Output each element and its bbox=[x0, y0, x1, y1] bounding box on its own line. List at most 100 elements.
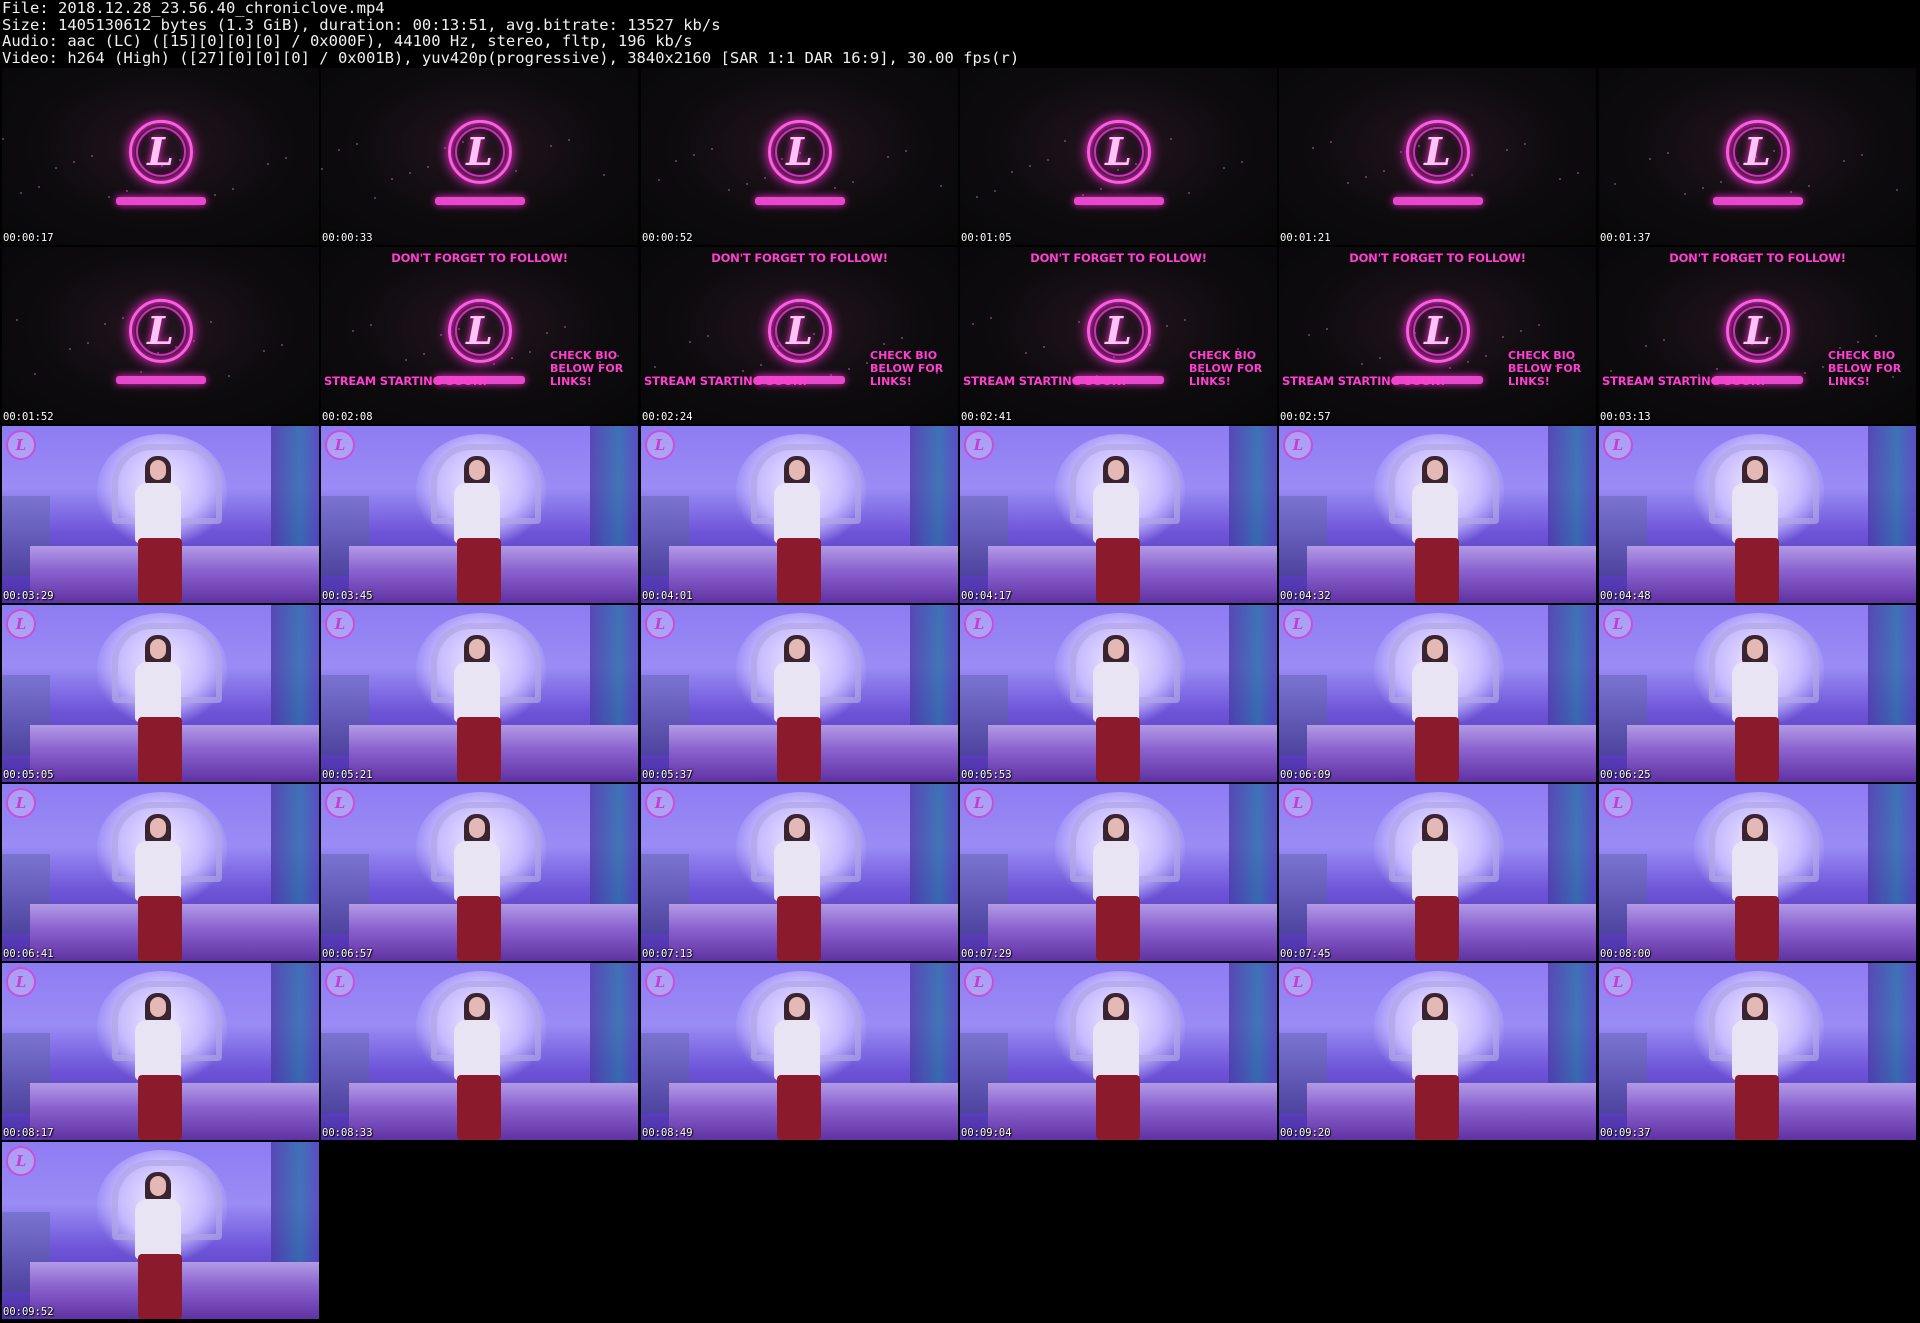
person-pants bbox=[1096, 1075, 1140, 1140]
sparkle bbox=[568, 139, 570, 141]
person-pants bbox=[457, 1075, 501, 1140]
logo-letter: L bbox=[1744, 307, 1771, 353]
starting-soon-text: STREAM STARTING SOON! bbox=[1282, 374, 1446, 388]
sparkle bbox=[1047, 159, 1049, 161]
wall-mural bbox=[590, 426, 638, 546]
video-thumbnail: L 00:04:01 bbox=[641, 426, 958, 603]
sparkle bbox=[87, 342, 89, 344]
starting-soon-text: STREAM STARTING SOON! bbox=[1602, 374, 1766, 388]
sparkle bbox=[1896, 189, 1898, 191]
sparkle bbox=[214, 194, 216, 196]
person-face bbox=[1427, 997, 1443, 1017]
video-thumbnail: L 00:04:32 bbox=[1279, 426, 1596, 603]
wall-mural bbox=[910, 963, 958, 1083]
person-pants bbox=[1735, 717, 1779, 782]
person-face bbox=[789, 818, 805, 838]
thumbnail-timestamp: 00:02:24 bbox=[642, 411, 693, 423]
channel-logo-icon: L bbox=[325, 788, 355, 818]
sparkle bbox=[901, 337, 903, 339]
video-thumbnail: L 00:09:52 bbox=[2, 1142, 319, 1319]
person-sweater bbox=[454, 1020, 500, 1080]
person-pants bbox=[1415, 538, 1459, 603]
thumbnail-timestamp: 00:01:05 bbox=[961, 232, 1012, 244]
video-thumbnail: L 00:09:20 bbox=[1279, 963, 1596, 1140]
sparkle bbox=[1241, 161, 1243, 163]
sparkle bbox=[994, 190, 996, 192]
sparkle bbox=[263, 350, 265, 352]
sparkle bbox=[140, 371, 142, 373]
person-sweater bbox=[774, 662, 820, 722]
logo-letter: L bbox=[15, 436, 27, 454]
wall-mural bbox=[1868, 605, 1916, 725]
video-thumbnail: L 00:01:52 bbox=[2, 247, 319, 424]
sparkle bbox=[1667, 152, 1669, 154]
wall-mural bbox=[271, 605, 319, 725]
channel-logo-icon: L bbox=[1283, 609, 1313, 639]
follow-banner: DON'T FORGET TO FOLLOW! bbox=[391, 251, 568, 265]
logo-letter: L bbox=[973, 973, 985, 991]
video-thumbnail: L 00:03:45 bbox=[321, 426, 638, 603]
sparkle bbox=[1524, 143, 1526, 145]
thumbnail-timestamp: 00:03:29 bbox=[3, 590, 54, 602]
logo-letter: L bbox=[15, 973, 27, 991]
sparkle bbox=[1064, 140, 1066, 142]
sparkle bbox=[1804, 372, 1806, 374]
thumbnail-timestamp: 00:09:37 bbox=[1600, 1127, 1651, 1139]
person-pants bbox=[457, 717, 501, 782]
channel-logo-icon: L bbox=[1603, 430, 1633, 460]
sparkle bbox=[1502, 336, 1504, 338]
video-thumbnail: L 00:08:17 bbox=[2, 963, 319, 1140]
thumbnail-timestamp: 00:01:21 bbox=[1280, 232, 1331, 244]
follow-banner: DON'T FORGET TO FOLLOW! bbox=[1030, 251, 1207, 265]
sparkle bbox=[55, 167, 57, 169]
sparkle bbox=[550, 145, 552, 147]
person-pants bbox=[1096, 896, 1140, 961]
sparkle bbox=[1861, 154, 1863, 156]
video-thumbnail: L 00:01:05 bbox=[960, 68, 1277, 245]
person-face bbox=[1747, 460, 1763, 480]
wall-mural bbox=[271, 784, 319, 904]
thumbnail-timestamp: 00:06:41 bbox=[3, 948, 54, 960]
person-face bbox=[469, 818, 485, 838]
thumbnail-timestamp: 00:03:13 bbox=[1600, 411, 1651, 423]
channel-logo-icon: L bbox=[1405, 119, 1470, 184]
sparkle bbox=[1520, 330, 1522, 332]
channel-logo-icon: L bbox=[1603, 967, 1633, 997]
channel-logo-icon: L bbox=[964, 609, 994, 639]
sparkle bbox=[693, 154, 695, 156]
thumbnail-timestamp: 00:07:45 bbox=[1280, 948, 1331, 960]
sparkle bbox=[1614, 183, 1616, 185]
channel-logo-icon: L bbox=[6, 967, 36, 997]
person-face bbox=[469, 997, 485, 1017]
person-sweater bbox=[774, 841, 820, 901]
starting-soon-text: STREAM STARTING SOON! bbox=[963, 374, 1127, 388]
file-name-line: File: 2018.12.28_23.56.40_chroniclove.mp… bbox=[2, 0, 385, 17]
person-sweater bbox=[135, 841, 181, 901]
thumbnail-timestamp: 00:08:33 bbox=[322, 1127, 373, 1139]
channel-logo-icon: L bbox=[6, 788, 36, 818]
sparkle bbox=[69, 348, 71, 350]
logo-letter: L bbox=[973, 615, 985, 633]
thumbnail-timestamp: 00:04:01 bbox=[642, 590, 693, 602]
channel-logo-icon: L bbox=[1283, 788, 1313, 818]
person-pants bbox=[1096, 538, 1140, 603]
sparkle bbox=[338, 149, 340, 151]
video-thumbnail: L 00:01:37 bbox=[1599, 68, 1916, 245]
sparkle bbox=[603, 174, 605, 176]
sparkle bbox=[711, 148, 713, 150]
check-bio-text: CHECK BIO BELOW FOR LINKS! bbox=[1828, 349, 1902, 388]
follow-banner: DON'T FORGET TO FOLLOW! bbox=[1349, 251, 1526, 265]
person-sweater bbox=[1732, 662, 1778, 722]
wall-mural bbox=[910, 605, 958, 725]
person-face bbox=[1108, 997, 1124, 1017]
sparkle bbox=[675, 160, 677, 162]
video-thumbnail: L DON'T FORGET TO FOLLOW! CHECK BIO BELOW … bbox=[1279, 247, 1596, 424]
wall-mural bbox=[1548, 426, 1596, 546]
sparkle bbox=[1649, 158, 1651, 160]
thumbnail-timestamp: 00:04:32 bbox=[1280, 590, 1331, 602]
audio-info-line: Audio: aac (LC) ([15][0][0][0] / 0x000F)… bbox=[2, 32, 693, 50]
person-pants bbox=[138, 538, 182, 603]
person-pants bbox=[1735, 538, 1779, 603]
sparkle bbox=[352, 330, 354, 332]
person-pants bbox=[138, 896, 182, 961]
